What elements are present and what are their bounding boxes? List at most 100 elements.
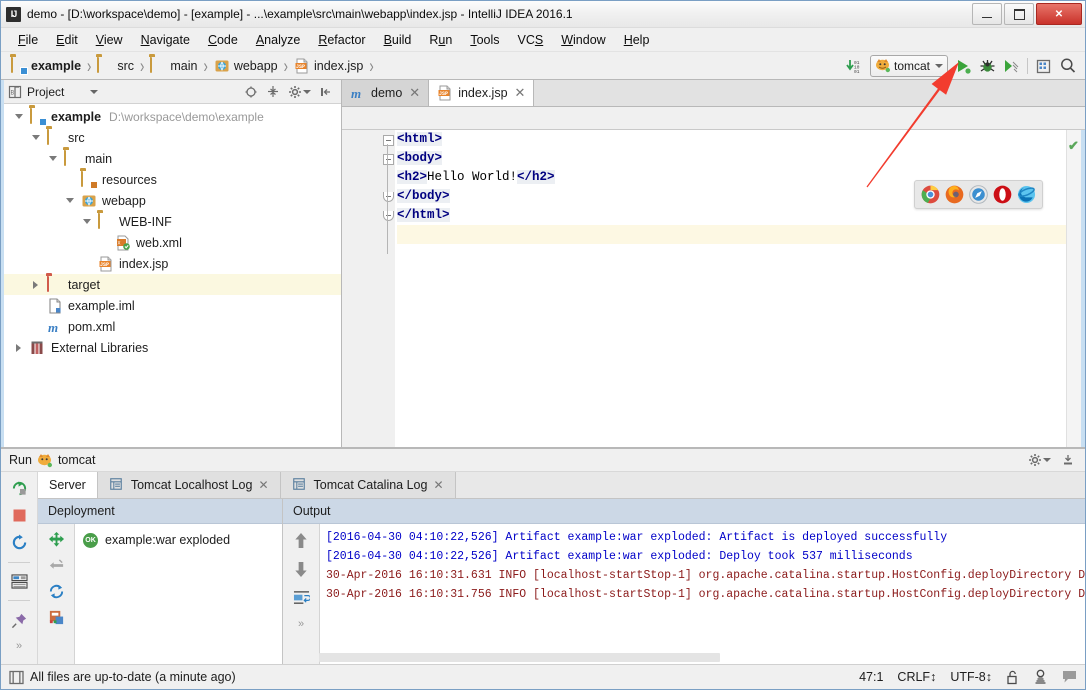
tree-node-resources[interactable]: resources bbox=[4, 169, 341, 190]
undeploy-icon[interactable] bbox=[48, 557, 65, 574]
fold-end-icon[interactable] bbox=[383, 192, 394, 202]
restart-icon[interactable] bbox=[11, 534, 28, 551]
caret-position[interactable]: 47:1 bbox=[859, 670, 883, 684]
event-log-icon[interactable] bbox=[1062, 670, 1077, 684]
update-resources-icon[interactable] bbox=[48, 609, 65, 626]
update-project-icon[interactable]: 01 10 01 bbox=[845, 58, 863, 74]
close-icon[interactable]: ✕ bbox=[409, 85, 420, 101]
stop-icon[interactable] bbox=[12, 508, 27, 523]
close-icon[interactable]: ✕ bbox=[515, 85, 526, 101]
unlocked-icon[interactable] bbox=[1006, 670, 1019, 685]
opera-icon[interactable] bbox=[993, 185, 1012, 204]
collapse-all-icon[interactable] bbox=[266, 85, 280, 99]
run-button[interactable] bbox=[955, 58, 972, 74]
menu-item-edit[interactable]: Edit bbox=[47, 31, 87, 49]
safari-icon[interactable] bbox=[969, 185, 988, 204]
menu-item-run[interactable]: Run bbox=[420, 31, 461, 49]
inspection-gutter[interactable]: ✔ bbox=[1066, 130, 1081, 447]
close-icon[interactable]: ✕ bbox=[258, 478, 268, 492]
tree-twisty-down-icon[interactable] bbox=[29, 135, 42, 140]
tree-twisty-right-icon[interactable] bbox=[12, 343, 25, 352]
pin-tab-icon[interactable] bbox=[11, 612, 28, 629]
fold-start-icon[interactable] bbox=[383, 135, 394, 146]
more-actions-icon[interactable]: » bbox=[298, 618, 304, 630]
tree-node-web-inf[interactable]: WEB-INF bbox=[4, 211, 341, 232]
minimize-button[interactable] bbox=[972, 3, 1002, 25]
deployment-item[interactable]: OK example:war exploded bbox=[75, 530, 282, 550]
scroll-down-icon[interactable] bbox=[293, 561, 309, 578]
menu-item-file[interactable]: File bbox=[9, 31, 47, 49]
tree-twisty-down-icon[interactable] bbox=[80, 219, 93, 224]
debug-button[interactable] bbox=[979, 58, 996, 74]
tree-node-pom-xml[interactable]: m pom.xml bbox=[4, 316, 341, 337]
chrome-icon[interactable] bbox=[921, 185, 940, 204]
fold-end-icon[interactable] bbox=[383, 211, 394, 221]
project-structure-button[interactable] bbox=[1035, 58, 1052, 74]
hide-panel-icon[interactable] bbox=[1061, 453, 1075, 467]
maximize-button[interactable] bbox=[1004, 3, 1034, 25]
menu-item-view[interactable]: View bbox=[87, 31, 132, 49]
gear-chevron-down-icon[interactable] bbox=[303, 89, 311, 94]
internet-explorer-icon[interactable] bbox=[1017, 185, 1036, 204]
editor-gutter[interactable] bbox=[342, 130, 382, 447]
tree-node-web-xml[interactable]: Xweb.xml bbox=[4, 232, 341, 253]
soft-wrap-icon[interactable] bbox=[293, 590, 310, 606]
tree-node-index-jsp[interactable]: JSP index.jsp bbox=[4, 253, 341, 274]
menu-item-refactor[interactable]: Refactor bbox=[309, 31, 374, 49]
run-with-coverage-button[interactable] bbox=[1003, 58, 1020, 74]
tree-node-webapp[interactable]: webapp bbox=[4, 190, 341, 211]
deploy-icon[interactable] bbox=[48, 531, 65, 548]
code-text[interactable]: <html> <body> <h2>Hello World!</h2> </body>… bbox=[395, 130, 1066, 447]
tree-twisty-down-icon[interactable] bbox=[63, 198, 76, 203]
run-tab-tomcat-localhost-log[interactable]: Tomcat Localhost Log ✕ bbox=[97, 472, 281, 498]
console-output[interactable]: [2016-04-30 04:10:22,526] Artifact examp… bbox=[320, 524, 1085, 664]
breadcrumb-item-main[interactable]: main bbox=[148, 56, 199, 74]
tree-node-src[interactable]: src bbox=[4, 127, 341, 148]
code-editor[interactable]: <html> <body> <h2>Hello World!</h2> </body>… bbox=[342, 130, 1085, 447]
deployment-list[interactable]: OK example:war exploded bbox=[75, 524, 282, 664]
breadcrumb-item-src[interactable]: src bbox=[95, 56, 136, 74]
close-button[interactable]: ✕ bbox=[1036, 3, 1082, 25]
console-horizontal-scrollbar[interactable] bbox=[319, 653, 720, 662]
redeploy-icon[interactable] bbox=[48, 583, 65, 600]
tree-twisty-right-icon[interactable] bbox=[29, 280, 42, 289]
menu-item-code[interactable]: Code bbox=[199, 31, 247, 49]
project-view-chevron-down-icon[interactable] bbox=[90, 89, 99, 94]
menu-item-analyze[interactable]: Analyze bbox=[247, 31, 309, 49]
menu-item-build[interactable]: Build bbox=[375, 31, 421, 49]
tree-node-external-libraries[interactable]: External Libraries bbox=[4, 337, 341, 358]
editor-tab-index-jsp[interactable]: JSP index.jsp ✕ bbox=[429, 80, 535, 106]
browser-launch-popup[interactable] bbox=[914, 180, 1043, 209]
tree-twisty-down-icon[interactable] bbox=[12, 114, 25, 119]
more-actions-icon[interactable]: » bbox=[16, 640, 22, 652]
project-tree[interactable]: example D:\workspace\demo\example src main r… bbox=[4, 104, 341, 447]
editor-tab-demo[interactable]: m demo ✕ bbox=[342, 80, 430, 106]
settings-gear-icon[interactable] bbox=[288, 85, 311, 99]
breadcrumb-item-example[interactable]: example bbox=[9, 56, 83, 75]
tree-twisty-down-icon[interactable] bbox=[46, 156, 59, 161]
tree-node-example[interactable]: example D:\workspace\demo\example bbox=[4, 106, 341, 127]
menu-item-window[interactable]: Window bbox=[552, 31, 614, 49]
hide-icon[interactable] bbox=[319, 85, 333, 99]
rerun-icon[interactable] bbox=[11, 480, 28, 497]
locate-icon[interactable] bbox=[244, 85, 258, 99]
chevron-down-icon[interactable] bbox=[935, 63, 943, 68]
gear-chevron-down-icon[interactable] bbox=[1043, 458, 1051, 462]
close-icon[interactable]: ✕ bbox=[433, 478, 443, 492]
menu-item-vcs[interactable]: VCS bbox=[509, 31, 553, 49]
run-configuration-selector[interactable]: tomcat bbox=[869, 54, 948, 77]
settings-gear-icon[interactable] bbox=[1028, 453, 1051, 467]
breadcrumb-item-index-jsp[interactable]: JSP index.jsp bbox=[292, 58, 365, 74]
tree-node-example-iml[interactable]: example.iml bbox=[4, 295, 341, 316]
menu-item-tools[interactable]: Tools bbox=[461, 31, 508, 49]
show-console-icon[interactable] bbox=[10, 574, 28, 589]
encoding-indicator[interactable]: UTF-8↕ bbox=[950, 670, 992, 684]
firefox-icon[interactable] bbox=[945, 185, 964, 204]
run-tab-tomcat-catalina-log[interactable]: Tomcat Catalina Log ✕ bbox=[280, 472, 456, 498]
tree-node-main[interactable]: main bbox=[4, 148, 341, 169]
menu-item-navigate[interactable]: Navigate bbox=[132, 31, 199, 49]
run-tab-server[interactable]: Server bbox=[38, 472, 98, 498]
inspection-level-icon[interactable] bbox=[1033, 669, 1048, 685]
scroll-up-icon[interactable] bbox=[293, 532, 309, 549]
tree-node-target[interactable]: target bbox=[4, 274, 341, 295]
